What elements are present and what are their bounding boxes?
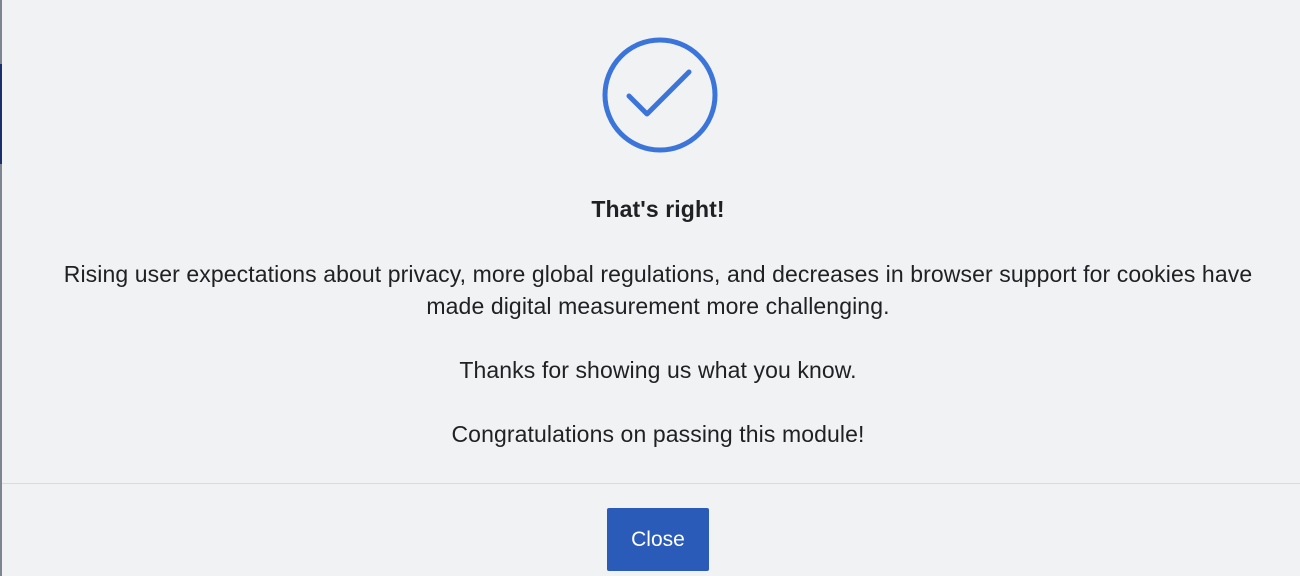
close-button[interactable]: Close xyxy=(607,508,709,571)
footer-divider xyxy=(2,483,1300,484)
feedback-dialog: That's right! Rising user expectations a… xyxy=(2,0,1300,576)
dialog-title: That's right! xyxy=(591,196,725,222)
explanation-text: Rising user expectations about privacy, … xyxy=(63,261,1253,319)
page: That's right! Rising user expectations a… xyxy=(0,0,1300,576)
congratulations-text: Congratulations on passing this module! xyxy=(451,421,865,447)
checkmark-circle-icon xyxy=(602,37,718,153)
thanks-text: Thanks for showing us what you know. xyxy=(459,357,857,383)
